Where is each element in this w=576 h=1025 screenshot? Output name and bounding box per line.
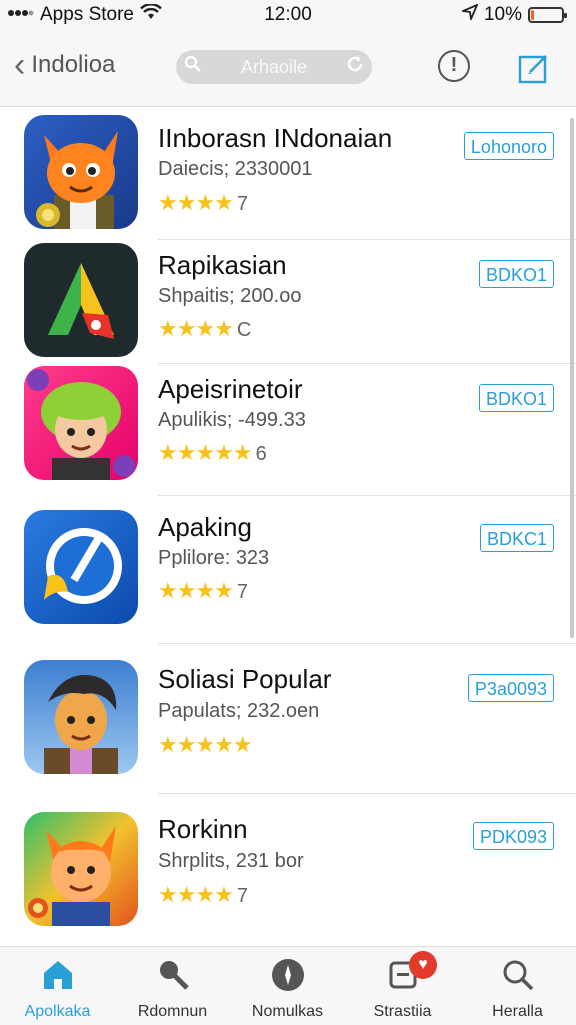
search-text: Arhaoile bbox=[240, 56, 308, 77]
app-icon-fox-hero bbox=[24, 812, 138, 926]
get-button[interactable]: BDKO1 bbox=[478, 384, 554, 412]
rating-stars: ★★★★★ bbox=[158, 732, 256, 758]
list-item[interactable]: Apaking Pplilore: 323 ★★★★ 7 BDKC1 bbox=[0, 496, 576, 644]
notification-badge: ♥ bbox=[409, 951, 437, 979]
compass-icon bbox=[230, 957, 345, 993]
app-subtitle: Pplilore: 323 bbox=[158, 547, 270, 569]
app-icon-fox bbox=[24, 115, 138, 229]
stars: ★★★★ bbox=[158, 190, 234, 215]
search-field[interactable]: Arhaoile bbox=[176, 50, 372, 84]
get-button[interactable]: BDKO1 bbox=[478, 260, 554, 288]
app-subtitle: Apulikis; -499.33 bbox=[158, 409, 306, 431]
app-subtitle: Shrplits, 231 bor bbox=[158, 850, 304, 872]
stars: ★★★★ bbox=[158, 316, 234, 341]
tab-bar: Apolkaka Rdomnun Nomulkas ♥ Strastiia He… bbox=[0, 946, 576, 1025]
home-icon bbox=[0, 957, 115, 993]
refresh-icon[interactable] bbox=[338, 55, 372, 79]
navigation-bar: ‹ Indolioa Arhaoile ! bbox=[0, 30, 576, 107]
search-icon bbox=[460, 957, 575, 993]
get-button[interactable]: P3a0093 bbox=[467, 674, 554, 702]
tab-label: Strastiia bbox=[373, 1003, 432, 1020]
app-title: Apaking bbox=[158, 512, 252, 542]
stars: ★★★★ bbox=[158, 882, 234, 907]
app-subtitle: Shpaitis; 200.oo bbox=[158, 285, 302, 307]
compose-button[interactable] bbox=[518, 52, 550, 84]
battery-icon bbox=[528, 7, 567, 23]
app-subtitle: Papulats; 232.oen bbox=[158, 700, 320, 722]
get-button[interactable]: Lohonoro bbox=[463, 132, 554, 160]
list-item[interactable]: Rorkinn Shrplits, 231 bor ★★★★ 7 PDK093 bbox=[0, 794, 576, 946]
back-label: Indolioa bbox=[31, 51, 116, 78]
stars: ★★★★ bbox=[158, 578, 234, 603]
list-item[interactable]: Rapikasian Shpaitis; 200.oo ★★★★ C BDKO1 bbox=[0, 240, 576, 364]
tab-search[interactable]: Heralla bbox=[460, 947, 575, 1025]
chevron-left-icon: ‹ bbox=[14, 46, 26, 84]
location-arrow-icon bbox=[459, 3, 479, 26]
tab-explore[interactable]: Nomulkas bbox=[230, 947, 345, 1025]
heart-box-icon bbox=[345, 957, 460, 993]
rating-stars: ★★★★ 7 bbox=[158, 190, 248, 216]
info-button[interactable]: ! bbox=[438, 50, 470, 82]
stars: ★★★★★ bbox=[158, 440, 253, 465]
tab-label: Nomulkas bbox=[251, 1003, 324, 1020]
app-icon-arrow bbox=[24, 243, 138, 357]
app-icon-blue-circle bbox=[24, 510, 138, 624]
rating-stars: ★★★★ 7 bbox=[158, 578, 248, 604]
back-button[interactable]: ‹ Indolioa bbox=[14, 48, 115, 82]
get-button[interactable]: PDK093 bbox=[472, 822, 554, 850]
tab-label: Apolkaka bbox=[24, 1003, 91, 1020]
rating-count: 7 bbox=[236, 193, 249, 215]
battery-percent: 10% bbox=[483, 4, 522, 25]
stars: ★★★★★ bbox=[158, 732, 253, 757]
status-right: 10% bbox=[459, 3, 567, 26]
tab-label: Rdomnun bbox=[137, 1003, 208, 1020]
list-item[interactable]: Apeisrinetoir Apulikis; -499.33 ★★★★★ 6 B… bbox=[0, 364, 576, 496]
tab-apps[interactable]: Apolkaka bbox=[0, 947, 115, 1025]
app-title: Soliasi Popular bbox=[158, 664, 332, 694]
app-title: Apeisrinetoir bbox=[158, 374, 303, 404]
battery-level bbox=[531, 10, 534, 20]
get-button[interactable]: BDKC1 bbox=[479, 524, 554, 552]
app-title: Rorkinn bbox=[158, 814, 248, 844]
tab-updates[interactable]: ♥ Strastiia bbox=[345, 947, 460, 1025]
rating-count: 7 bbox=[236, 581, 249, 603]
app-icon-character bbox=[24, 660, 138, 774]
search-icon bbox=[176, 55, 210, 79]
compose-icon bbox=[518, 55, 547, 84]
rating-stars: ★★★★★ 6 bbox=[158, 440, 267, 466]
tab-label: Heralla bbox=[492, 1003, 543, 1020]
list-item[interactable]: IInborasn INdonaian Daiecis; 2330001 ★★★… bbox=[0, 108, 576, 240]
rating-count: 6 bbox=[255, 443, 267, 465]
list-item[interactable]: Soliasi Popular Papulats; 232.oen ★★★★★ … bbox=[0, 644, 576, 794]
app-title: IInborasn INdonaian bbox=[158, 123, 393, 153]
search-key-icon bbox=[115, 957, 230, 993]
exclamation-icon: ! bbox=[450, 54, 458, 76]
app-subtitle: Daiecis; 2330001 bbox=[158, 158, 313, 180]
tab-search-key[interactable]: Rdomnun bbox=[115, 947, 230, 1025]
app-title: Rapikasian bbox=[158, 250, 287, 280]
app-icon-green-hair bbox=[24, 366, 138, 480]
status-bar: Apps Store 12:00 10% bbox=[0, 0, 576, 30]
rating-count: 7 bbox=[236, 885, 249, 907]
rating-stars: ★★★★ 7 bbox=[158, 882, 248, 908]
rating-count: C bbox=[236, 319, 252, 341]
scrollbar[interactable] bbox=[570, 118, 574, 638]
rating-stars: ★★★★ C bbox=[158, 316, 251, 342]
